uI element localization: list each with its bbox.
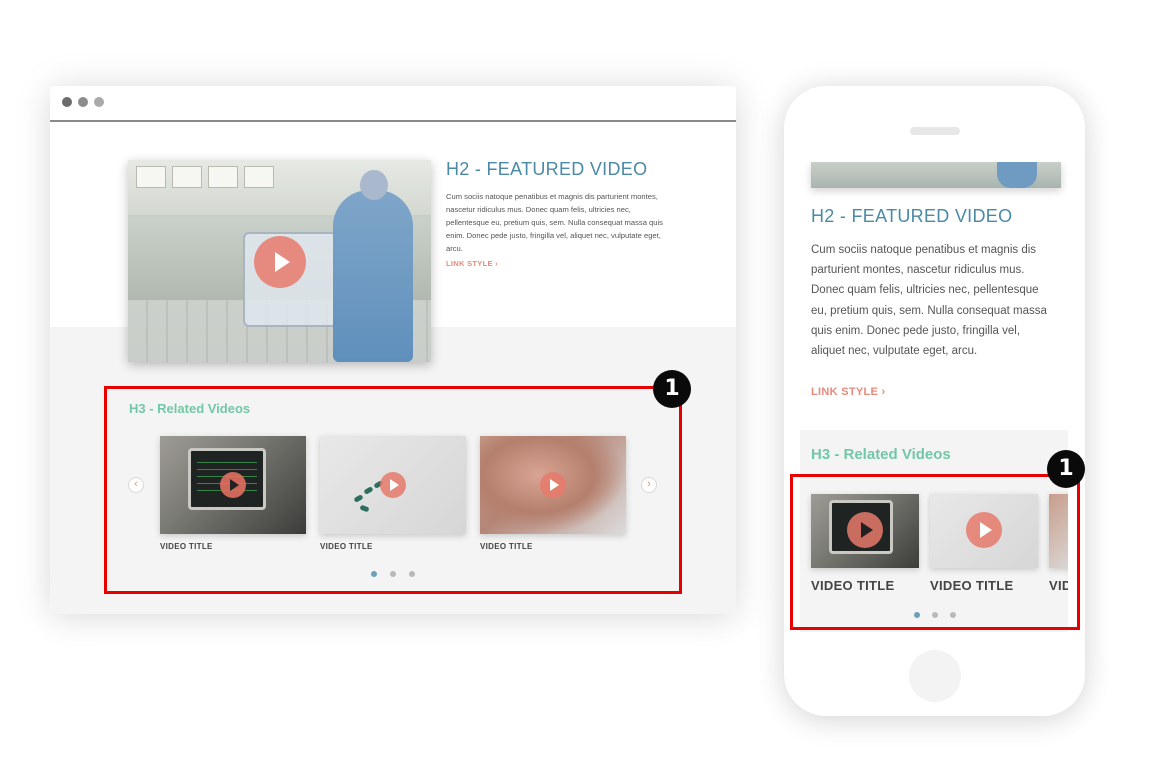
related-videos-heading: H3 - Related Videos <box>811 446 951 463</box>
callout-box-related-videos-mobile <box>790 474 1080 630</box>
hero-window <box>172 166 202 188</box>
phone-speaker <box>910 127 960 135</box>
featured-video-link[interactable]: LINK STYLE › <box>446 259 498 268</box>
phone-home-button <box>909 650 961 702</box>
featured-video-thumbnail[interactable] <box>811 162 1061 188</box>
featured-video-thumbnail[interactable] <box>128 160 431 362</box>
hero-nurse-head <box>360 170 388 200</box>
callout-box-related-videos-desktop <box>104 386 682 594</box>
browser-toolbar <box>50 86 736 122</box>
play-icon[interactable] <box>254 236 306 288</box>
hero-window <box>136 166 166 188</box>
window-dot-icon <box>94 97 104 107</box>
featured-video-description: Cum sociis natoque penatibus et magnis d… <box>811 244 1047 358</box>
window-dot-icon <box>78 97 88 107</box>
hero-nurse <box>333 190 413 362</box>
callout-number-badge: 1 <box>653 370 691 408</box>
featured-video-title: H2 - FEATURED VIDEO <box>811 206 1013 226</box>
callout-number-badge: 1 <box>1047 450 1085 488</box>
featured-video-title: H2 - FEATURED VIDEO <box>446 159 648 179</box>
hero-window <box>244 166 274 188</box>
featured-video-description: Cum sociis natoque penatibus et magnis d… <box>446 192 663 253</box>
hero-window <box>208 166 238 188</box>
featured-video-link[interactable]: LINK STYLE › <box>811 386 886 398</box>
window-dot-icon <box>62 97 72 107</box>
